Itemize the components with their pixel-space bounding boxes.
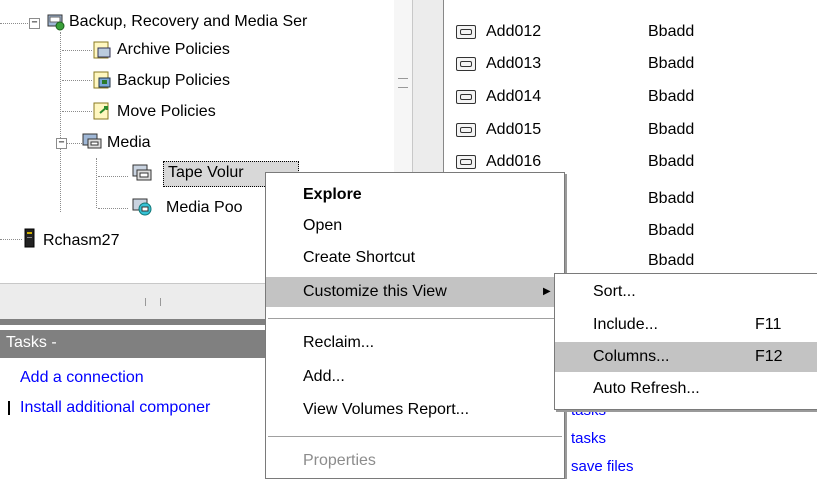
menu-item-reclaim[interactable]: Reclaim...: [266, 328, 564, 358]
collapse-media-button[interactable]: −: [56, 138, 67, 149]
system-tower-icon: [24, 228, 35, 248]
customize-submenu: Sort... Include... F11 Columns... F12 Au…: [554, 273, 817, 410]
move-policies-icon: [93, 102, 109, 120]
volume-owner: Bbadd: [648, 222, 695, 239]
list-row[interactable]: Add014 Bbadd: [444, 85, 817, 109]
list-row[interactable]: Add012 Bbadd: [444, 20, 817, 44]
submenu-item-include[interactable]: Include... F11: [555, 310, 817, 340]
volume-owner: Bbadd: [648, 23, 695, 40]
tree-connector: [62, 50, 92, 51]
backup-policies-icon: [93, 71, 111, 89]
tree-connector: [0, 239, 22, 240]
volume-owner: Bbadd: [648, 121, 695, 138]
submenu-item-sort[interactable]: Sort...: [555, 277, 817, 307]
volume-name: Add014: [486, 88, 542, 105]
list-row[interactable]: Add013 Bbadd: [444, 52, 817, 76]
volume-owner: Bbadd: [648, 55, 695, 72]
include-shortcut: F11: [755, 316, 782, 333]
submenu-arrow-icon: ▶: [543, 286, 551, 297]
tree-connector: [98, 176, 128, 177]
columns-shortcut: F12: [755, 348, 783, 365]
menu-item-add[interactable]: Add...: [266, 362, 564, 392]
tree-connector: [62, 111, 92, 112]
save-files-link[interactable]: save files: [571, 457, 634, 477]
collapse-root-button[interactable]: −: [29, 18, 40, 29]
submenu-item-auto-refresh[interactable]: Auto Refresh...: [555, 374, 817, 404]
menu-item-customize-view[interactable]: Customize this View ▶: [266, 277, 564, 307]
tree-item-media[interactable]: Media: [107, 133, 151, 153]
tree-connector: [60, 32, 61, 212]
menu-item-view-volumes-report[interactable]: View Volumes Report...: [266, 395, 564, 425]
scroll-grip-icon: [398, 78, 408, 88]
add-connection-link[interactable]: Add a connection: [20, 368, 144, 388]
menu-item-explore[interactable]: Explore: [266, 180, 564, 210]
menu-item-properties[interactable]: Properties: [266, 446, 564, 476]
backup-recovery-icon: [47, 14, 65, 31]
submenu-item-columns[interactable]: Columns... F12: [555, 342, 817, 372]
volume-owner: Bbadd: [648, 153, 695, 170]
tree-item-tape-volumes[interactable]: Tape Volur: [168, 163, 244, 183]
tree-item-backup-recovery[interactable]: Backup, Recovery and Media Ser: [69, 12, 307, 32]
tree-connector: [0, 23, 30, 24]
scroll-grip-icon: [145, 298, 161, 306]
media-pools-icon: [132, 198, 152, 216]
tape-volume-icon: [456, 57, 476, 71]
list-row[interactable]: Add016 Bbadd: [444, 150, 817, 174]
volume-name: Add013: [486, 55, 542, 72]
tasks-title: Tasks -: [6, 334, 57, 351]
context-menu: Explore Open Create Shortcut Customize t…: [265, 172, 565, 479]
volume-name: Add015: [486, 121, 542, 138]
cursor-mark: [8, 401, 10, 415]
tree-item-backup-policies[interactable]: Backup Policies: [117, 71, 230, 91]
tree-item-archive-policies[interactable]: Archive Policies: [117, 40, 230, 60]
menu-separator: [268, 318, 562, 320]
volume-owner: Bbadd: [648, 252, 695, 269]
media-icon: [82, 133, 102, 149]
tape-volume-icon: [456, 123, 476, 137]
tasks-link[interactable]: tasks: [571, 429, 606, 449]
tape-volumes-icon: [132, 164, 152, 181]
tape-volume-icon: [456, 25, 476, 39]
archive-policies-icon: [93, 41, 111, 59]
tree-connector: [96, 158, 97, 208]
install-components-link[interactable]: Install additional componer: [20, 398, 210, 418]
volume-name: Add016: [486, 153, 542, 170]
volume-name: Add012: [486, 23, 542, 40]
volume-owner: Bbadd: [648, 88, 695, 105]
tape-volume-icon: [456, 155, 476, 169]
volume-owner: Bbadd: [648, 190, 695, 207]
tree-connector: [98, 208, 128, 209]
list-row[interactable]: Add015 Bbadd: [444, 118, 817, 142]
menu-item-open[interactable]: Open: [266, 211, 564, 241]
tree-connector: [62, 80, 92, 81]
menu-item-create-shortcut[interactable]: Create Shortcut: [266, 243, 564, 273]
tree-item-media-pools[interactable]: Media Poo: [166, 198, 243, 218]
tree-item-move-policies[interactable]: Move Policies: [117, 102, 216, 122]
menu-separator: [268, 436, 562, 438]
tree-item-rchasm27[interactable]: Rchasm27: [43, 231, 119, 251]
tape-volume-icon: [456, 90, 476, 104]
